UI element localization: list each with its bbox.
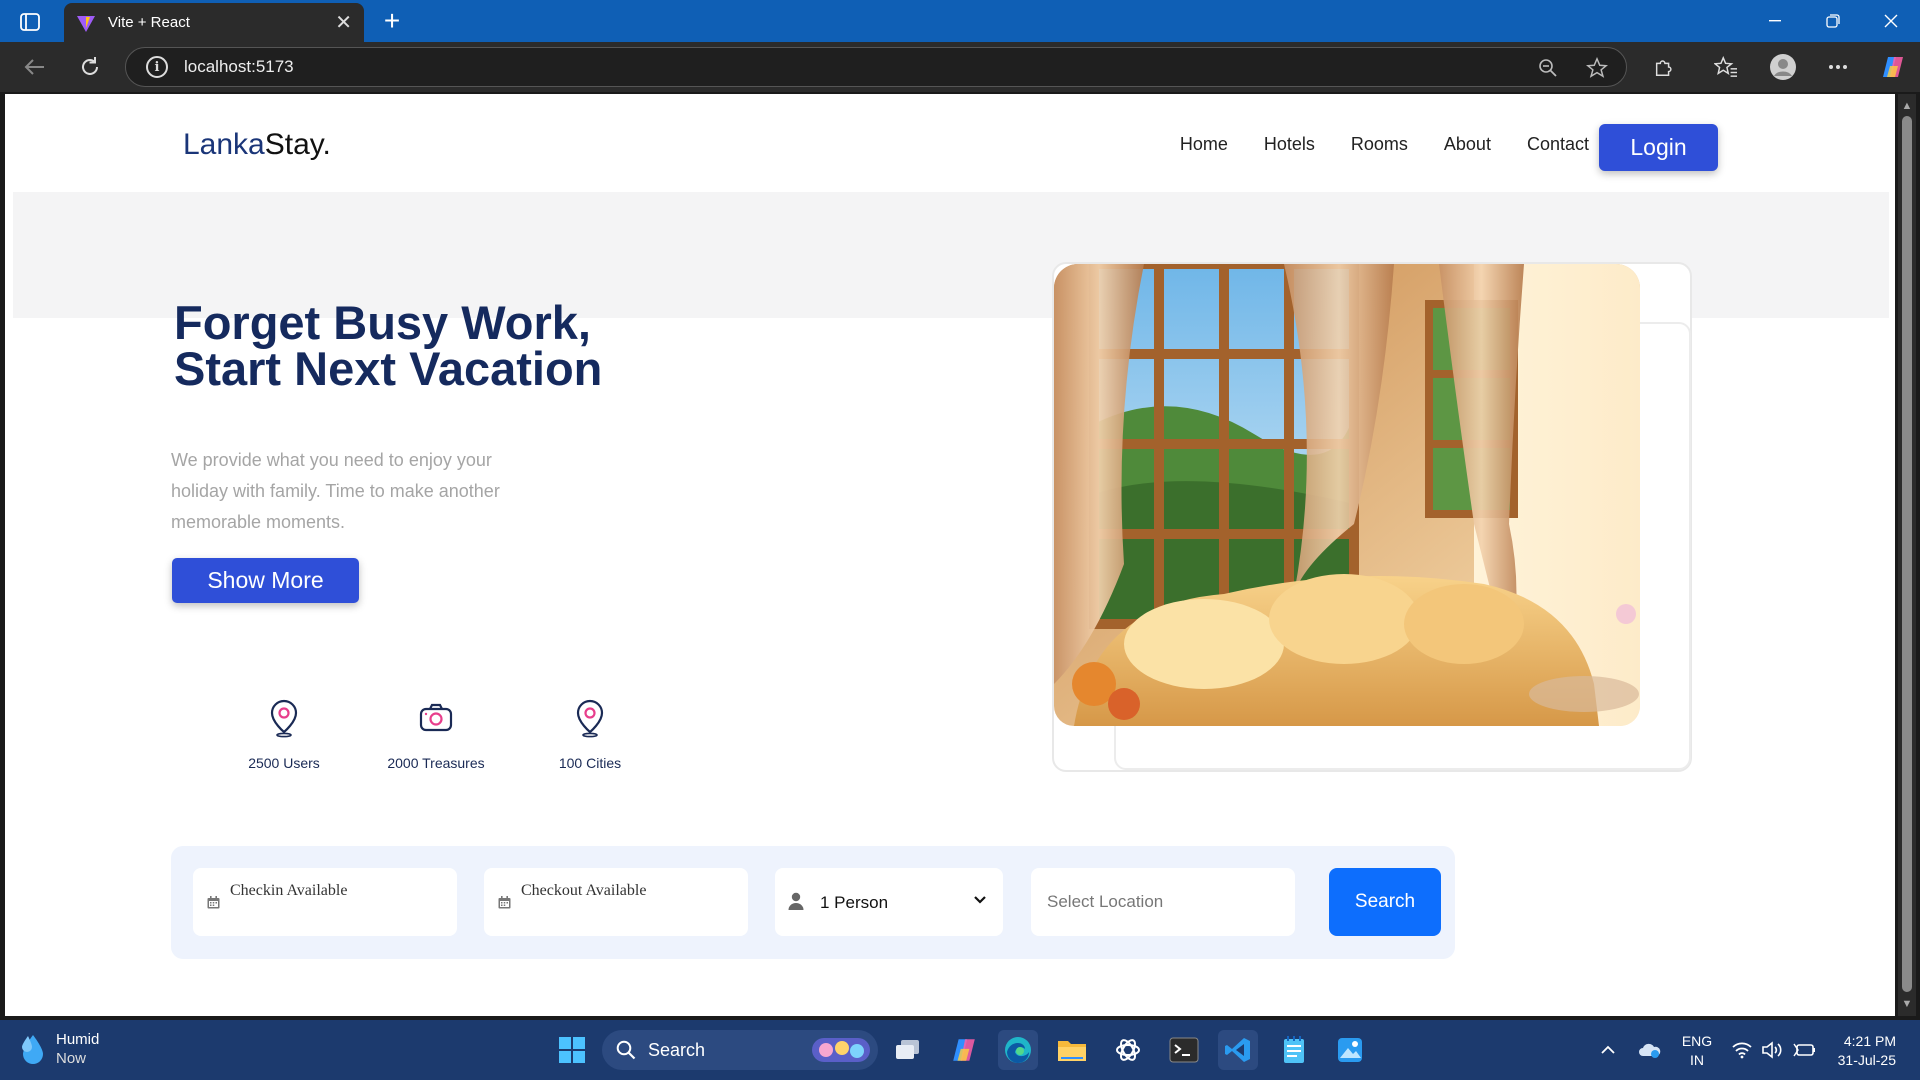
- weather-title: Humid: [56, 1031, 100, 1048]
- checkout-text: Checkout Available: [521, 882, 647, 899]
- booking-search-panel: Checkin Available Checkout Available 1 P…: [171, 846, 1455, 959]
- copilot-icon[interactable]: [1877, 51, 1909, 83]
- new-tab-button[interactable]: +: [376, 5, 408, 36]
- main-nav: Home Hotels Rooms About Contact: [1144, 134, 1589, 155]
- favorites-icon[interactable]: [1710, 51, 1742, 83]
- site-logo[interactable]: LankaStay.: [183, 128, 331, 162]
- stat-treasures: 2000 Treasures: [371, 698, 501, 771]
- nav-link-rooms[interactable]: Rooms: [1351, 134, 1408, 155]
- task-view-icon[interactable]: [888, 1030, 928, 1070]
- extensions-icon[interactable]: [1648, 51, 1680, 83]
- map-pin-icon: [576, 699, 604, 738]
- nav-link-home[interactable]: Home: [1180, 134, 1228, 155]
- weather-subtitle: Now: [56, 1050, 87, 1067]
- more-options-icon[interactable]: [1822, 51, 1854, 83]
- hero-title: Forget Busy Work, Start Next Vacation: [174, 296, 603, 395]
- login-button[interactable]: Login: [1599, 124, 1718, 171]
- map-pin-icon: [270, 699, 298, 738]
- clock-date: 31-Jul-25: [1837, 1052, 1896, 1068]
- address-bar[interactable]: i localhost:5173: [125, 47, 1627, 87]
- clock-time: 4:21 PM: [1843, 1033, 1896, 1049]
- taskbar-search[interactable]: Search: [602, 1030, 878, 1070]
- location-input[interactable]: Select Location: [1031, 868, 1295, 936]
- minimize-button[interactable]: [1746, 0, 1804, 42]
- stat-cities: 100 Cities: [525, 698, 655, 771]
- site-header: LankaStay. Home Hotels Rooms About Conta…: [5, 94, 1895, 192]
- chevron-down-icon: [974, 896, 986, 904]
- search-button[interactable]: Search: [1329, 868, 1441, 936]
- stat-users: 2500 Users: [219, 698, 349, 771]
- scrollbar-thumb[interactable]: [1902, 116, 1912, 992]
- notepad-icon[interactable]: [1274, 1030, 1314, 1070]
- show-more-button[interactable]: Show More: [172, 558, 359, 603]
- water-drop-icon: [22, 1035, 43, 1064]
- web-page: LankaStay. Home Hotels Rooms About Conta…: [5, 94, 1895, 1016]
- camera-icon: [419, 703, 453, 732]
- search-highlight-icon: [812, 1038, 870, 1062]
- file-explorer-icon[interactable]: [1052, 1030, 1092, 1070]
- search-icon: [616, 1040, 636, 1060]
- wifi-icon[interactable]: [1728, 1020, 1756, 1080]
- close-window-button[interactable]: [1862, 0, 1920, 42]
- browser-toolbar: i localhost:5173: [0, 42, 1920, 92]
- onedrive-icon[interactable]: [1636, 1020, 1664, 1080]
- weather-widget[interactable]: Humid Now: [20, 1030, 99, 1068]
- browser-titlebar: Vite + React ✕ +: [0, 0, 1920, 42]
- checkin-text: Checkin Available: [230, 882, 348, 899]
- person-select[interactable]: 1 Person: [775, 868, 1003, 936]
- calendar-icon: [498, 896, 511, 909]
- checkin-field[interactable]: Checkin Available: [193, 868, 457, 936]
- site-info-icon[interactable]: i: [146, 56, 168, 78]
- person-icon: [788, 892, 804, 910]
- chatgpt-icon[interactable]: [1108, 1030, 1148, 1070]
- page-scrollbar[interactable]: ▲ ▼: [1898, 94, 1916, 1016]
- person-select-value: 1 Person: [820, 893, 889, 912]
- battery-icon[interactable]: [1790, 1020, 1818, 1080]
- browser-tab[interactable]: Vite + React ✕: [64, 3, 364, 42]
- copilot-app-icon[interactable]: [944, 1030, 984, 1070]
- checkout-field[interactable]: Checkout Available: [484, 868, 748, 936]
- windows-taskbar: Humid Now Search ENG IN 4:21 PM 31-Jul-2…: [0, 1020, 1920, 1080]
- url-text[interactable]: localhost:5173: [184, 57, 294, 77]
- volume-icon[interactable]: [1758, 1020, 1786, 1080]
- profile-avatar-icon[interactable]: [1767, 51, 1799, 83]
- photos-app-icon[interactable]: [1330, 1030, 1370, 1070]
- back-arrow-icon[interactable]: [19, 51, 51, 83]
- nav-link-contact[interactable]: Contact: [1527, 134, 1589, 155]
- zoom-icon[interactable]: [1536, 56, 1560, 80]
- tab-actions-icon[interactable]: [14, 9, 46, 35]
- windows-start-icon[interactable]: [552, 1030, 592, 1070]
- restore-button[interactable]: [1804, 0, 1862, 42]
- vscode-icon[interactable]: [1218, 1030, 1258, 1070]
- hero-room-image: [1054, 264, 1640, 726]
- system-clock[interactable]: 4:21 PM 31-Jul-25: [1826, 1032, 1896, 1070]
- calendar-icon: [207, 896, 220, 909]
- edge-browser-icon[interactable]: [998, 1030, 1038, 1070]
- scroll-down-arrow-icon[interactable]: ▼: [1901, 998, 1913, 1010]
- taskbar-search-label: Search: [648, 1039, 706, 1060]
- stat-label: 100 Cities: [558, 755, 622, 771]
- show-hidden-icons-chevron-icon[interactable]: [1596, 1020, 1620, 1080]
- vite-logo-icon: [77, 15, 95, 32]
- scroll-up-arrow-icon[interactable]: ▲: [1901, 100, 1913, 112]
- refresh-icon[interactable]: [74, 51, 106, 83]
- nav-link-hotels[interactable]: Hotels: [1264, 134, 1315, 155]
- favorite-star-icon[interactable]: [1585, 56, 1609, 80]
- stat-label: 2500 Users: [248, 755, 320, 771]
- stat-label: 2000 Treasures: [387, 755, 485, 771]
- nav-link-about[interactable]: About: [1444, 134, 1491, 155]
- terminal-icon[interactable]: [1164, 1030, 1204, 1070]
- tab-title: Vite + React: [108, 14, 190, 31]
- hero-description: We provide what you need to enjoy your h…: [171, 450, 500, 532]
- location-placeholder: Select Location: [1047, 892, 1164, 911]
- close-tab-icon[interactable]: ✕: [335, 13, 352, 33]
- language-indicator[interactable]: ENG IN: [1680, 1032, 1714, 1070]
